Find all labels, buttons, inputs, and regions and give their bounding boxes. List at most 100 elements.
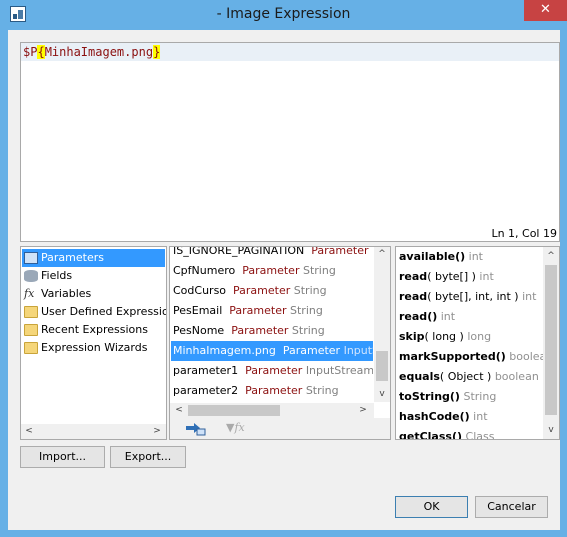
tree-item-user-defined-expressions[interactable]: User Defined Expressions — [22, 303, 166, 321]
expression-param: MinhaImagem.png — [44, 45, 154, 59]
param-type: InputStream — [305, 364, 373, 377]
param-name: PesEmail — [173, 304, 223, 317]
window-title: - Image Expression — [216, 6, 351, 22]
method-args: ( byte[], int, int ) — [427, 290, 519, 303]
database-icon — [24, 270, 38, 282]
insert-param-icon[interactable] — [184, 421, 206, 436]
scroll-thumb[interactable] — [545, 265, 557, 415]
scroll-up-icon[interactable]: ^ — [544, 249, 558, 263]
list-item[interactable]: skip( long ) long — [397, 327, 544, 347]
list-item[interactable]: hashCode() int — [397, 407, 544, 427]
cancel-button[interactable]: Cancelar — [475, 496, 548, 518]
scroll-down-icon[interactable]: v — [375, 387, 389, 401]
list-item[interactable]: available() int — [397, 247, 544, 267]
scroll-down-icon[interactable]: v — [544, 423, 558, 437]
list-item[interactable]: IS_IGNORE_PAGINATION Parameter Boolean — [171, 247, 373, 261]
folder-icon — [24, 342, 38, 354]
param-kind: Parameter — [245, 364, 303, 377]
list-item[interactable]: PesEmail Parameter String — [171, 301, 373, 321]
scroll-left-icon[interactable]: < — [172, 403, 186, 417]
tree-item-label: User Defined Expressions — [41, 305, 166, 318]
method-return: String — [463, 390, 497, 403]
close-button[interactable]: ✕ — [524, 0, 567, 21]
method-name: toString — [399, 390, 450, 403]
list-item[interactable]: parameter1 Parameter InputStream — [171, 361, 373, 381]
list-item[interactable]: read() int — [397, 307, 544, 327]
scroll-right-icon[interactable]: > — [356, 403, 370, 417]
params-horizontal-scrollbar[interactable]: < > — [170, 403, 374, 418]
method-name: skip — [399, 330, 425, 343]
method-return: boolean — [494, 370, 539, 383]
method-name: equals — [399, 370, 440, 383]
list-item[interactable]: getClass() Class — [397, 427, 544, 440]
export-button[interactable]: Export... — [110, 446, 186, 468]
tree-item-label: Expression Wizards — [41, 341, 148, 354]
tree-item-label: Parameters — [41, 251, 104, 264]
editor-current-line[interactable]: $P{MinhaImagem.png} — [21, 43, 559, 61]
tree-item-fields[interactable]: Fields — [22, 267, 165, 285]
param-type: String — [290, 304, 323, 317]
tree-item-parameters[interactable]: Parameters — [22, 249, 165, 267]
param-type: String — [291, 324, 325, 337]
param-kind: Parameter — [231, 324, 289, 337]
param-kind: Parameter — [245, 384, 303, 397]
list-item[interactable]: read( byte[] ) int — [397, 267, 544, 287]
method-return: boolean — [509, 350, 544, 363]
list-item-selected[interactable]: MinhaImagem.png Parameter InputStream — [171, 341, 373, 361]
params-vertical-scrollbar[interactable]: ^ v — [374, 247, 390, 402]
method-name: read — [399, 270, 428, 283]
expression-editor[interactable]: $P{MinhaImagem.png} — [20, 42, 560, 228]
tree-item-recent-expressions[interactable]: Recent Expressions — [22, 321, 165, 339]
list-item[interactable]: toString() String — [397, 387, 544, 407]
tree-item-expression-wizards[interactable]: Expression Wizards — [22, 339, 165, 357]
list-item[interactable]: markSupported() boolean — [397, 347, 544, 367]
params-toolbar: ▼fx — [170, 418, 390, 439]
list-item[interactable]: CpfNumero Parameter String — [171, 261, 373, 281]
method-args: () — [455, 250, 466, 263]
method-args: ( long ) — [424, 330, 464, 343]
list-item[interactable]: equals( Object ) boolean — [397, 367, 544, 387]
method-name: read — [399, 290, 428, 303]
list-item[interactable]: CodCurso Parameter String — [171, 281, 373, 301]
scroll-up-icon[interactable]: ^ — [375, 247, 389, 261]
param-name: parameter1 — [173, 364, 239, 377]
tree-item-label: Variables — [41, 287, 92, 300]
param-name: CodCurso — [173, 284, 227, 297]
param-name: PesNome — [173, 324, 225, 337]
scroll-right-icon[interactable]: > — [150, 424, 164, 438]
methods-vertical-scrollbar[interactable]: ^ v — [543, 247, 559, 439]
fx-filter-icon[interactable]: ▼fx — [226, 421, 245, 436]
import-button[interactable]: Import... — [20, 446, 105, 468]
list-item[interactable]: read( byte[], int, int ) int — [397, 287, 544, 307]
param-name: parameter2 — [173, 384, 239, 397]
tree-item-label: Recent Expressions — [41, 323, 148, 336]
method-args: () — [495, 350, 506, 363]
expression-dialog: - Image Expression ✕ $P{MinhaImagem.png}… — [0, 0, 567, 537]
list-item[interactable]: PesNome Parameter String — [171, 321, 373, 341]
param-kind: Parameter — [242, 264, 300, 277]
method-name: getClass — [399, 430, 452, 440]
method-args: () — [427, 310, 438, 323]
scroll-thumb[interactable] — [188, 405, 280, 416]
method-name: markSupported — [399, 350, 496, 363]
list-item[interactable]: parameter2 Parameter String — [171, 381, 373, 401]
parameters-icon — [24, 252, 38, 264]
tree-horizontal-scrollbar[interactable]: < > — [21, 424, 166, 439]
tree-item-variables[interactable]: fx Variables — [22, 285, 165, 303]
method-return: int — [440, 310, 456, 323]
expression-close-brace: } — [153, 45, 161, 59]
param-type: String — [293, 284, 327, 297]
param-name: MinhaImagem.png — [173, 344, 276, 357]
tree-item-label: Fields — [41, 269, 73, 282]
scroll-left-icon[interactable]: < — [22, 424, 36, 438]
ok-button[interactable]: OK — [395, 496, 468, 518]
title-bar[interactable]: - Image Expression ✕ — [0, 0, 567, 30]
method-return: int — [473, 410, 488, 423]
method-return: int — [522, 290, 537, 303]
method-args: () — [451, 430, 463, 440]
param-kind: Parameter — [282, 344, 341, 357]
folder-icon — [24, 306, 38, 318]
param-type: String — [305, 384, 339, 397]
expression-prefix: $P — [23, 45, 38, 59]
scroll-thumb[interactable] — [376, 351, 388, 381]
